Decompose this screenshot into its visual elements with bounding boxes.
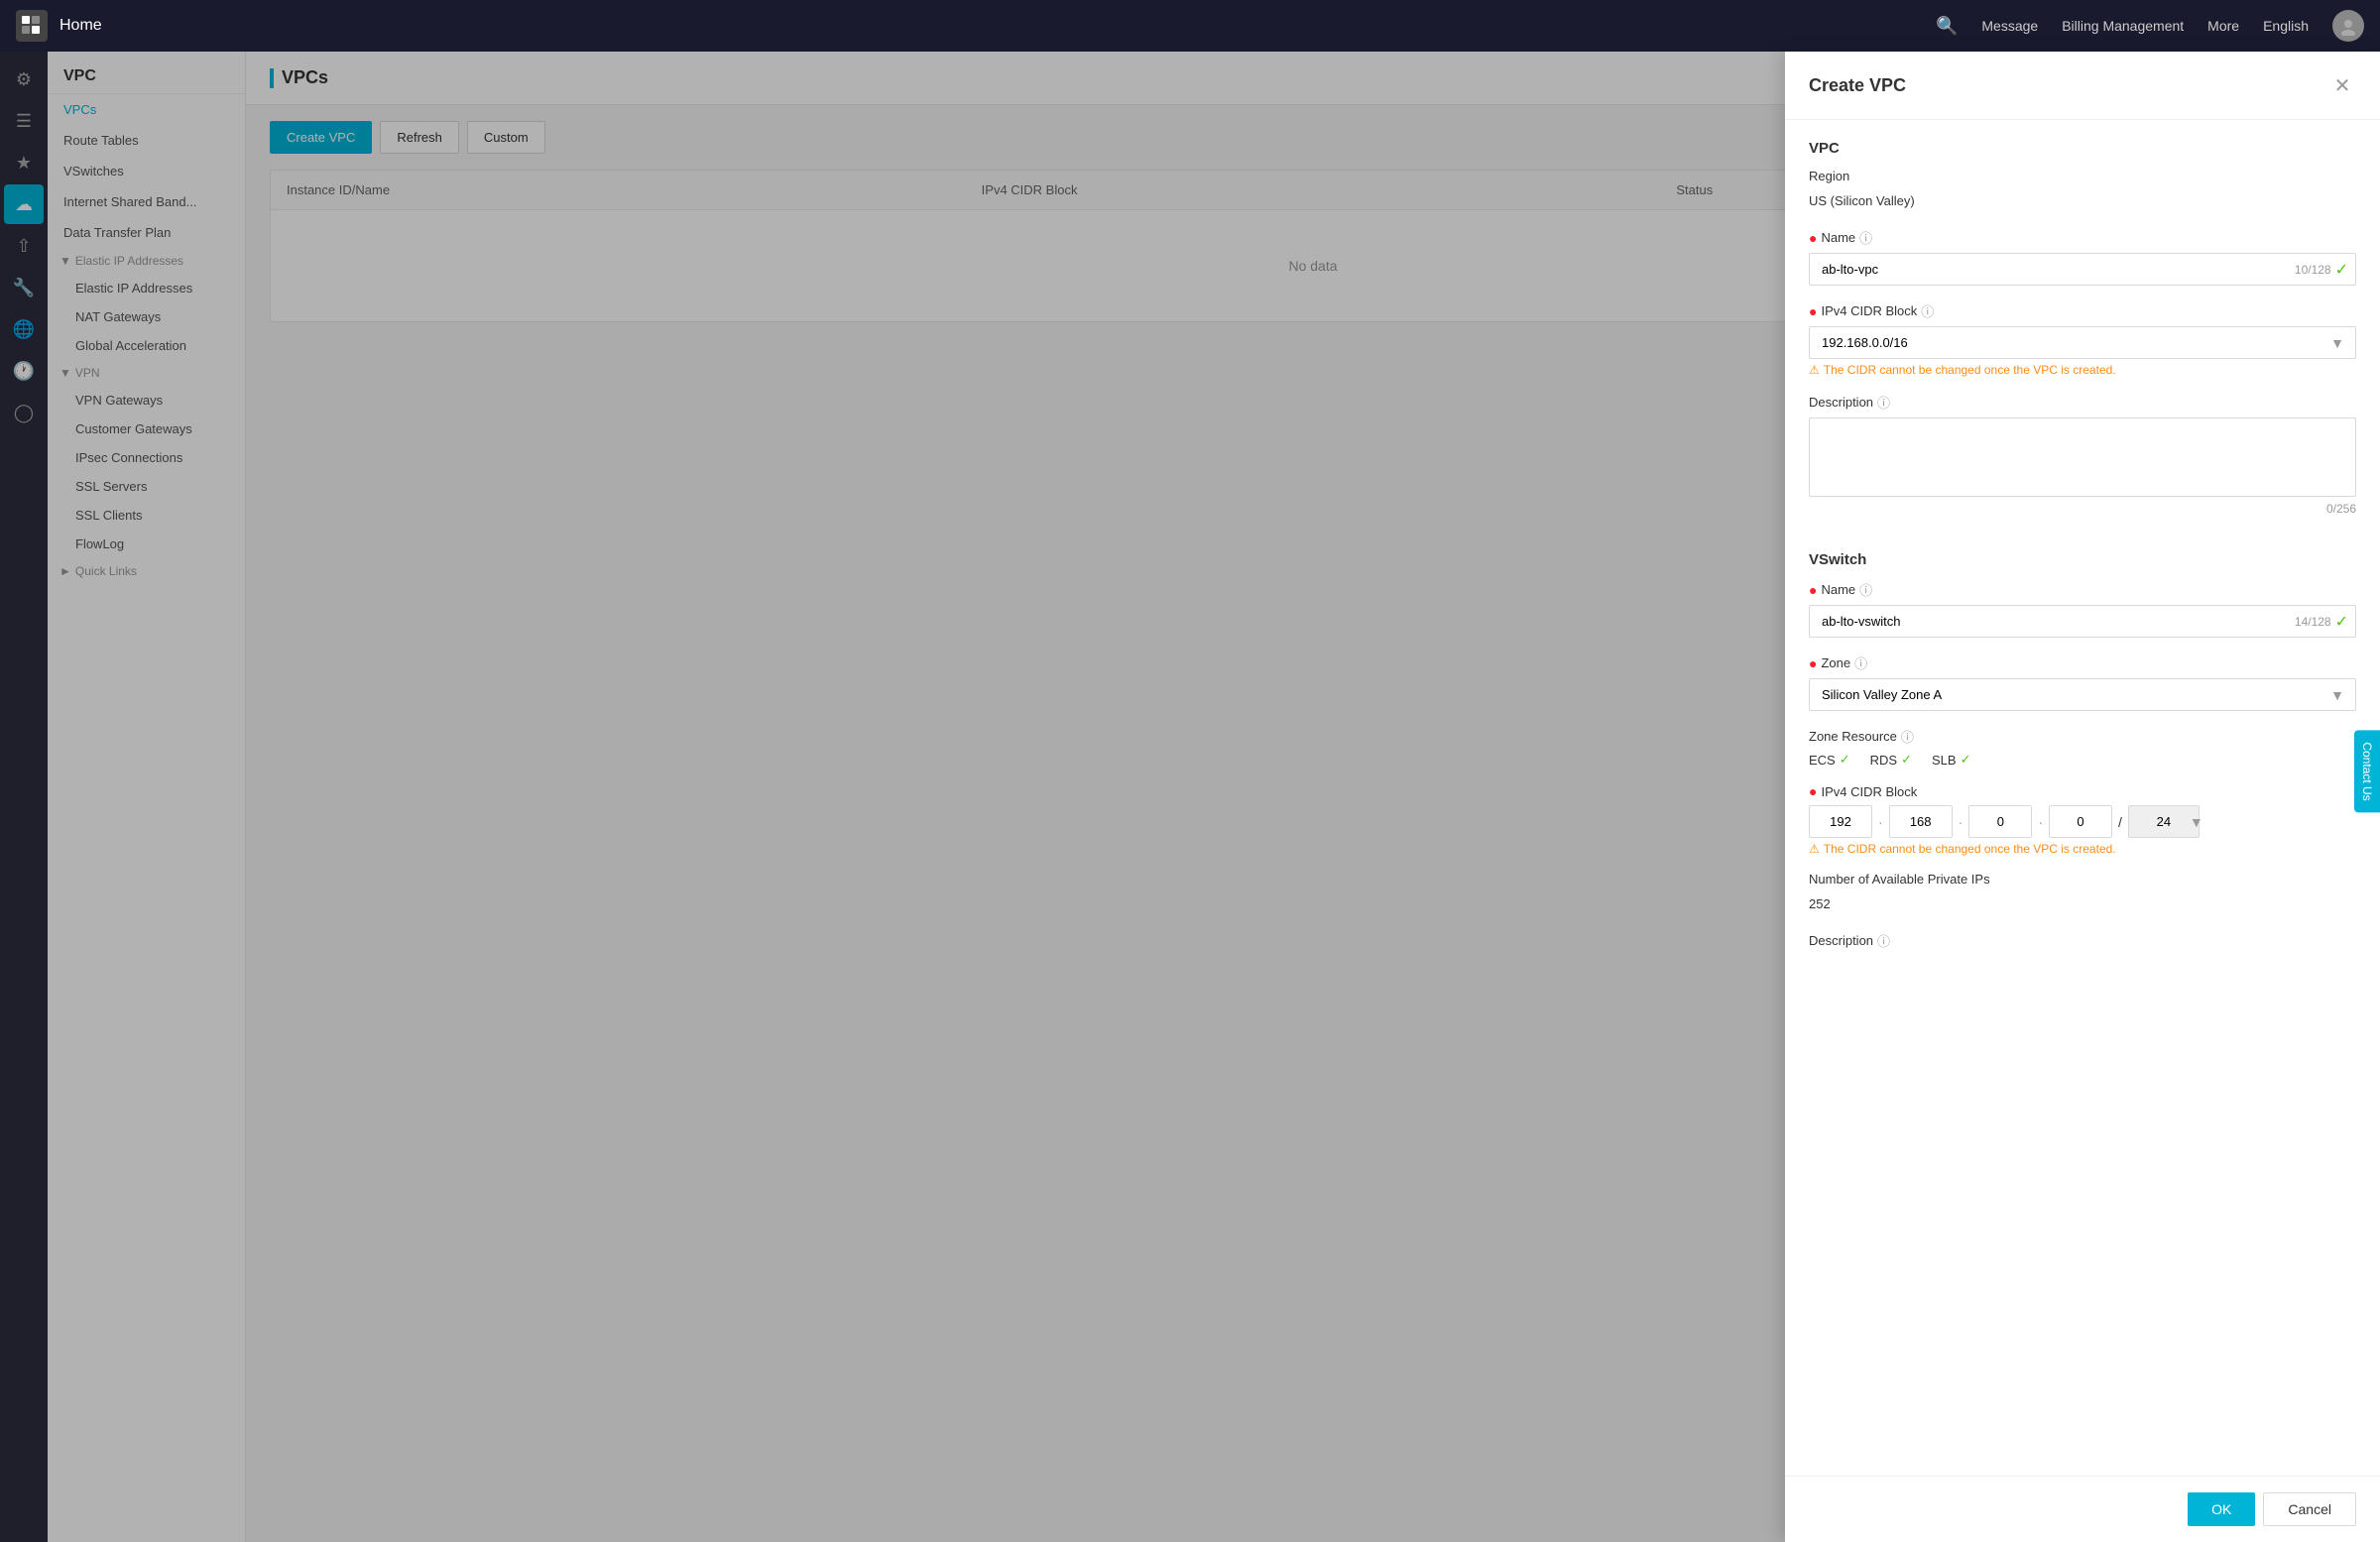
search-icon[interactable]: 🔍 bbox=[1936, 16, 1958, 37]
cidr-dot-2: · bbox=[1959, 814, 1964, 830]
close-icon[interactable]: ✕ bbox=[2328, 71, 2356, 99]
cidr-part-4[interactable] bbox=[2049, 805, 2112, 838]
zone-resource-row: Zone Resource ⓘ ECS ✓ RDS ✓ SLB ✓ bbox=[1809, 727, 2356, 768]
ipv4-cidr-row: ● IPv4 CIDR Block ⓘ 192.168.0.0/16 172.1… bbox=[1809, 301, 2356, 377]
warning-icon: ⚠ bbox=[1809, 363, 1820, 377]
cancel-button[interactable]: Cancel bbox=[2263, 1492, 2356, 1526]
top-navigation: Home 🔍 Message Billing Management More E… bbox=[0, 0, 2380, 52]
zone-resource-ecs: ECS ✓ bbox=[1809, 752, 1850, 768]
ecs-check-icon: ✓ bbox=[1840, 752, 1850, 768]
zone-help-icon[interactable]: ⓘ bbox=[1854, 653, 1867, 672]
panel-footer: OK Cancel bbox=[1785, 1476, 2380, 1542]
available-ips-label: Number of Available Private IPs bbox=[1809, 872, 2356, 887]
vswitch-warning-icon: ⚠ bbox=[1809, 842, 1820, 856]
slb-check-icon: ✓ bbox=[1961, 752, 1971, 768]
vswitch-description-row: Description ⓘ bbox=[1809, 931, 2356, 950]
vswitch-cidr-warning: ⚠ The CIDR cannot be changed once the VP… bbox=[1809, 842, 2356, 856]
ecs-label: ECS bbox=[1809, 753, 1836, 768]
vswitch-name-input-wrapper: 14/128 ✓ bbox=[1809, 605, 2356, 638]
available-ips-value: 252 bbox=[1809, 892, 2356, 915]
panel-header: Create VPC ✕ bbox=[1785, 52, 2380, 120]
vswitch-name-label: ● Name ⓘ bbox=[1809, 580, 2356, 599]
vpc-section-title: VPC bbox=[1809, 120, 2356, 169]
available-ips-row: Number of Available Private IPs 252 bbox=[1809, 872, 2356, 915]
zone-resource-rds: RDS ✓ bbox=[1870, 752, 1912, 768]
panel-title: Create VPC bbox=[1809, 75, 1906, 96]
cidr-select-wrapper: 192.168.0.0/16 172.16.0.0/12 10.0.0.0/8 … bbox=[1809, 326, 2356, 359]
cidr-part-1[interactable] bbox=[1809, 805, 1872, 838]
slb-label: SLB bbox=[1932, 753, 1957, 768]
cidr-warning: ⚠ The CIDR cannot be changed once the VP… bbox=[1809, 363, 2356, 377]
zone-resource-help-icon[interactable]: ⓘ bbox=[1901, 727, 1914, 746]
vpc-name-input[interactable] bbox=[1809, 253, 2356, 286]
zone-resource-slb: SLB ✓ bbox=[1932, 752, 1970, 768]
vswitch-cidr-row: ● IPv4 CIDR Block · · · / 24 25 26 27 28 bbox=[1809, 783, 2356, 856]
zone-label: ● Zone ⓘ bbox=[1809, 653, 2356, 672]
description-label: Description ⓘ bbox=[1809, 393, 2356, 412]
contact-us-tab[interactable]: Contact Us bbox=[2354, 730, 2380, 812]
cidr-slash: / bbox=[2118, 814, 2122, 830]
vpc-name-suffix: 10/128 ✓ bbox=[2295, 260, 2348, 280]
zone-resource-label: Zone Resource ⓘ bbox=[1809, 727, 2356, 746]
vswitch-name-valid-icon: ✓ bbox=[2335, 612, 2348, 632]
zone-resources: ECS ✓ RDS ✓ SLB ✓ bbox=[1809, 752, 2356, 768]
cidr-part-3[interactable] bbox=[1968, 805, 2032, 838]
zone-row: ● Zone ⓘ Silicon Valley Zone A Silicon V… bbox=[1809, 653, 2356, 711]
user-avatar[interactable] bbox=[2332, 10, 2364, 42]
description-row: Description ⓘ 0/256 bbox=[1809, 393, 2356, 516]
zone-select[interactable]: Silicon Valley Zone A Silicon Valley Zon… bbox=[1809, 678, 2356, 711]
logo-icon[interactable] bbox=[16, 10, 48, 42]
panel-body: VPC Region US (Silicon Valley) ● Name ⓘ … bbox=[1785, 120, 2380, 1476]
rds-check-icon: ✓ bbox=[1901, 752, 1912, 768]
cidr-dot-1: · bbox=[1878, 814, 1883, 830]
region-row: Region US (Silicon Valley) bbox=[1809, 169, 2356, 212]
create-vpc-panel: Create VPC ✕ VPC Region US (Silicon Vall… bbox=[1785, 52, 2380, 1542]
ipv4-cidr-label: ● IPv4 CIDR Block ⓘ bbox=[1809, 301, 2356, 320]
vswitch-name-help-icon[interactable]: ⓘ bbox=[1859, 580, 1872, 599]
ok-button[interactable]: OK bbox=[2188, 1492, 2255, 1526]
home-link[interactable]: Home bbox=[60, 17, 102, 35]
billing-link[interactable]: Billing Management bbox=[2062, 18, 2184, 34]
cidr-inputs: · · · / 24 25 26 27 28 ▼ bbox=[1809, 805, 2356, 838]
message-link[interactable]: Message bbox=[1981, 18, 2038, 34]
vswitch-description-label: Description ⓘ bbox=[1809, 931, 2356, 950]
nav-right: 🔍 Message Billing Management More Englis… bbox=[1936, 10, 2364, 42]
cidr-help-icon[interactable]: ⓘ bbox=[1921, 301, 1934, 320]
region-label: Region bbox=[1809, 169, 2356, 183]
more-link[interactable]: More bbox=[2207, 18, 2239, 34]
cidr-prefix-select[interactable]: 24 25 26 27 28 bbox=[2128, 805, 2200, 838]
vpc-name-input-wrapper: 10/128 ✓ bbox=[1809, 253, 2356, 286]
zone-select-wrapper: Silicon Valley Zone A Silicon Valley Zon… bbox=[1809, 678, 2356, 711]
vswitch-description-help-icon[interactable]: ⓘ bbox=[1877, 931, 1890, 950]
vpc-name-row: ● Name ⓘ 10/128 ✓ bbox=[1809, 228, 2356, 286]
region-value: US (Silicon Valley) bbox=[1809, 189, 2356, 212]
vpc-name-valid-icon: ✓ bbox=[2335, 260, 2348, 280]
vswitch-cidr-label: ● IPv4 CIDR Block bbox=[1809, 783, 2356, 799]
vpc-name-help-icon[interactable]: ⓘ bbox=[1859, 228, 1872, 247]
cidr-part-2[interactable] bbox=[1889, 805, 1953, 838]
vswitch-name-suffix: 14/128 ✓ bbox=[2295, 612, 2348, 632]
vswitch-section-title: VSwitch bbox=[1809, 532, 2356, 580]
vswitch-name-row: ● Name ⓘ 14/128 ✓ bbox=[1809, 580, 2356, 638]
description-textarea[interactable] bbox=[1809, 417, 2356, 497]
vpc-name-label: ● Name ⓘ bbox=[1809, 228, 2356, 247]
description-help-icon[interactable]: ⓘ bbox=[1877, 393, 1890, 412]
rds-label: RDS bbox=[1870, 753, 1897, 768]
cidr-select[interactable]: 192.168.0.0/16 172.16.0.0/12 10.0.0.0/8 bbox=[1809, 326, 2356, 359]
language-selector[interactable]: English bbox=[2263, 18, 2309, 34]
vswitch-name-input[interactable] bbox=[1809, 605, 2356, 638]
description-count: 0/256 bbox=[1809, 502, 2356, 516]
cidr-dot-3: · bbox=[2038, 814, 2043, 830]
